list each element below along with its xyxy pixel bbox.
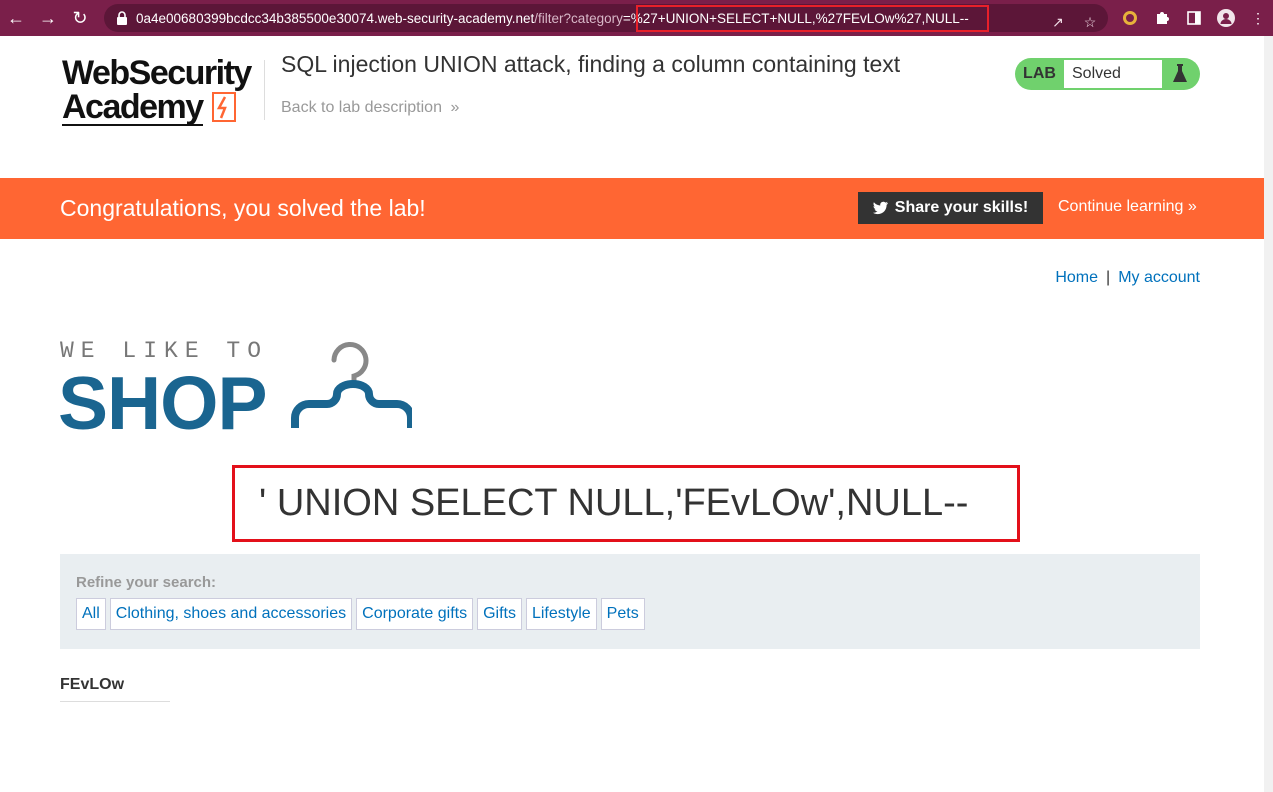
header-divider: [264, 60, 265, 120]
nav-separator: |: [1106, 269, 1111, 286]
lab-status-widget: LAB Solved: [1015, 58, 1200, 90]
side-panel-icon[interactable]: [1184, 8, 1204, 28]
share-page-icon[interactable]: ↗: [1048, 12, 1068, 32]
forward-arrow-icon[interactable]: →: [32, 0, 64, 36]
logo-line-1: WebSecurity: [62, 54, 252, 92]
category-gifts[interactable]: Gifts: [477, 598, 522, 630]
back-link-label: Back to lab description: [281, 99, 442, 116]
continue-label: Continue learning: [1058, 198, 1184, 215]
twitter-icon: [872, 201, 888, 215]
result-divider: [60, 701, 170, 702]
share-label: Share your skills!: [894, 199, 1029, 216]
profile-icon[interactable]: [1216, 8, 1236, 28]
solved-banner: Congratulations, you solved the lab! Sha…: [0, 178, 1264, 239]
result-item-name: FEvLOw: [60, 676, 125, 693]
my-account-link[interactable]: My account: [1118, 269, 1200, 286]
scrollbar[interactable]: [1264, 36, 1273, 792]
menu-kebab-icon[interactable]: ⋮: [1248, 8, 1268, 28]
lab-title: SQL injection UNION attack, finding a co…: [281, 51, 901, 77]
url-path: /filter?category: [534, 10, 623, 26]
url-host: 0a4e00680399bcdcc34b385500e30074.web-sec…: [136, 10, 535, 26]
category-list: All Clothing, shoes and accessories Corp…: [76, 598, 645, 630]
search-results-heading: ' UNION SELECT NULL,'FEvLOw',NULL--: [232, 465, 1020, 542]
extension-icon[interactable]: [1120, 8, 1140, 28]
web-security-academy-logo[interactable]: WebSecurity Academy: [62, 56, 262, 128]
hanger-icon: [291, 342, 412, 428]
url-highlight-box: [636, 5, 989, 32]
filter-panel: Refine your search: All Clothing, shoes …: [60, 554, 1200, 649]
double-chevron-right-icon: »: [1187, 198, 1197, 215]
category-clothing[interactable]: Clothing, shoes and accessories: [109, 598, 353, 630]
category-all[interactable]: All: [76, 598, 106, 630]
lab-status-text: Solved: [1064, 60, 1162, 88]
logo-bolt-icon: [212, 92, 236, 122]
share-skills-button[interactable]: Share your skills!: [858, 192, 1043, 224]
category-lifestyle[interactable]: Lifestyle: [525, 598, 597, 630]
category-pets[interactable]: Pets: [600, 598, 645, 630]
congrats-message: Congratulations, you solved the lab!: [60, 195, 426, 221]
flask-icon: [1162, 60, 1198, 88]
category-corporate-gifts[interactable]: Corporate gifts: [356, 598, 474, 630]
browser-toolbar: ← → ↻ 0a4e00680399bcdcc34b385500e30074.w…: [0, 0, 1273, 36]
shop-wordmark: SHOP: [58, 361, 268, 445]
lab-tag: LAB: [1023, 65, 1056, 82]
home-link[interactable]: Home: [1055, 269, 1098, 286]
reload-icon[interactable]: ↻: [64, 0, 96, 36]
puzzle-icon[interactable]: [1152, 8, 1172, 28]
back-to-lab-link[interactable]: Back to lab description »: [281, 99, 459, 117]
continue-learning-link[interactable]: Continue learning »: [1058, 198, 1197, 216]
refine-label: Refine your search:: [76, 574, 217, 591]
bookmark-star-icon[interactable]: ☆: [1080, 12, 1100, 32]
top-nav: Home | My account: [1055, 269, 1200, 287]
lock-icon: [117, 11, 127, 25]
back-arrow-icon[interactable]: ←: [0, 0, 32, 36]
logo-line-2: Academy: [62, 88, 204, 126]
double-chevron-right-icon: »: [450, 99, 460, 116]
